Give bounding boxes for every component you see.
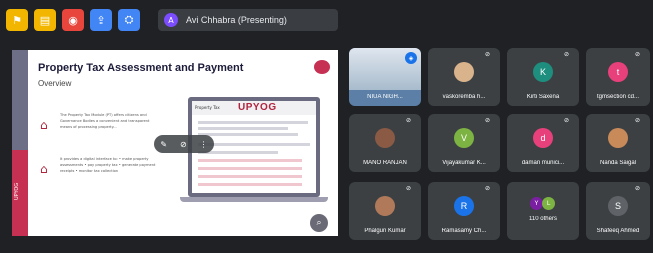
- home-icon: ⌂: [40, 118, 48, 132]
- mic-off-icon: ⊘: [564, 117, 570, 124]
- avatar: L: [542, 197, 555, 210]
- avatar: V: [454, 128, 474, 148]
- avatar: t: [608, 62, 628, 82]
- laptop-row: [198, 183, 302, 186]
- mic-off-icon: ⊘: [485, 51, 491, 58]
- participant-tile[interactable]: ⊘ K Kirti Saxena: [507, 48, 579, 106]
- laptop-row: [198, 175, 302, 178]
- mute-icon[interactable]: ⊘: [180, 140, 187, 149]
- presentation-controls[interactable]: ✎ ⊘ ⋮: [154, 135, 214, 153]
- laptop-caption: Property Tax: [195, 105, 220, 110]
- avatar: K: [533, 62, 553, 82]
- participant-name: Phalgun Kumar: [364, 228, 406, 234]
- flag-icon[interactable]: ⚑: [6, 9, 28, 31]
- participant-name: Shafeeq Ahmed: [596, 228, 640, 234]
- presenter-avatar: A: [164, 13, 178, 27]
- avatar: R: [454, 196, 474, 216]
- laptop-row: [198, 143, 310, 146]
- share-icon[interactable]: ⇪: [90, 9, 112, 31]
- home-icon: ⌂: [40, 162, 48, 176]
- participant-name: NIUA NIGH...: [367, 94, 403, 100]
- mic-off-icon: ⊘: [635, 51, 641, 58]
- others-tile[interactable]: Y L 110 others: [507, 182, 579, 240]
- meeting-window: ⚑ ▤ ◉ ⇪ ⛭ A Avi Chhabra (Presenting) UPY…: [0, 0, 653, 253]
- avatar: [608, 128, 628, 148]
- laptop-row: [198, 133, 298, 136]
- mic-off-icon: ⊘: [635, 185, 641, 192]
- laptop-title: UPYOG: [238, 102, 277, 113]
- laptop-base: [180, 197, 328, 202]
- participant-name: vaskoremba h...: [442, 94, 486, 100]
- participant-tile[interactable]: ⊘ Phalgun Kumar: [349, 182, 421, 240]
- participant-tile[interactable]: ⊘ V Vijayakumar K...: [428, 114, 500, 172]
- shared-slide: UPYOG Property Tax Assessment and Paymen…: [12, 50, 338, 236]
- avatar: d: [533, 128, 553, 148]
- participant-name: Kirti Saxena: [526, 94, 560, 100]
- presenter-indicator[interactable]: A Avi Chhabra (Presenting): [158, 9, 338, 31]
- participant-name: Ramasamy Ch...: [441, 228, 487, 234]
- mic-off-icon: ⊘: [406, 185, 412, 192]
- mic-off-icon: ⊘: [406, 117, 412, 124]
- meeting-toolbar: ⚑ ▤ ◉ ⇪ ⛭: [6, 8, 140, 32]
- laptop-row: [198, 121, 308, 124]
- laptop-row: [198, 159, 302, 162]
- participant-tile[interactable]: ⊘ Nanda Saigal: [586, 114, 650, 172]
- laptop-row: [198, 167, 302, 170]
- slide-title: Property Tax Assessment and Payment: [38, 62, 244, 74]
- participant-name: tgmsection cd...: [596, 94, 640, 100]
- participant-name: Nanda Saigal: [599, 160, 637, 166]
- laptop-row: [198, 127, 288, 130]
- mic-off-icon: ⊘: [485, 117, 491, 124]
- slide-paragraph: It provides a digital interface to: • ma…: [60, 157, 156, 173]
- slide-side-label: UPYOG: [14, 182, 20, 200]
- participant-tile[interactable]: ⊘ S Shafeeq Ahmed: [586, 182, 650, 240]
- participant-name: MANO RANJAN: [363, 160, 407, 166]
- participant-tile[interactable]: ⊘ vaskoremba h...: [428, 48, 500, 106]
- participant-tile[interactable]: ⊘ R Ramasamy Ch...: [428, 182, 500, 240]
- zoom-icon[interactable]: ⌕: [310, 214, 328, 232]
- slide-paragraph: The Property Tax Module (PT) offers citi…: [60, 113, 150, 129]
- document-icon[interactable]: ▤: [34, 9, 56, 31]
- mic-off-icon: ⊘: [564, 51, 570, 58]
- mic-off-icon: ⊘: [635, 117, 641, 124]
- presenter-label: Avi Chhabra (Presenting): [186, 15, 287, 25]
- avatar: [454, 62, 474, 82]
- pin-icon[interactable]: ✎: [160, 140, 167, 149]
- people-icon[interactable]: ⛭: [118, 9, 140, 31]
- participant-tile[interactable]: ◈ NIUA NIGH...: [349, 48, 421, 106]
- participant-tile[interactable]: ⊘ t tgmsection cd...: [586, 48, 650, 106]
- avatar: [375, 196, 395, 216]
- participant-tile[interactable]: ⊘ MANO RANJAN: [349, 114, 421, 172]
- others-count: 110 others: [529, 216, 557, 222]
- mic-off-icon: ⊘: [485, 185, 491, 192]
- logo-icon: [314, 60, 330, 74]
- pin-icon[interactable]: ◈: [405, 52, 417, 64]
- record-icon[interactable]: ◉: [62, 9, 84, 31]
- avatar: S: [608, 196, 628, 216]
- avatar: [375, 128, 395, 148]
- participant-name: Vijayakumar K...: [442, 160, 486, 166]
- slide-subtitle: Overview: [38, 79, 72, 88]
- participant-tile[interactable]: ⊘ d daman munici...: [507, 114, 579, 172]
- participant-name: daman munici...: [521, 160, 565, 166]
- more-options-icon[interactable]: ⋮: [200, 140, 208, 149]
